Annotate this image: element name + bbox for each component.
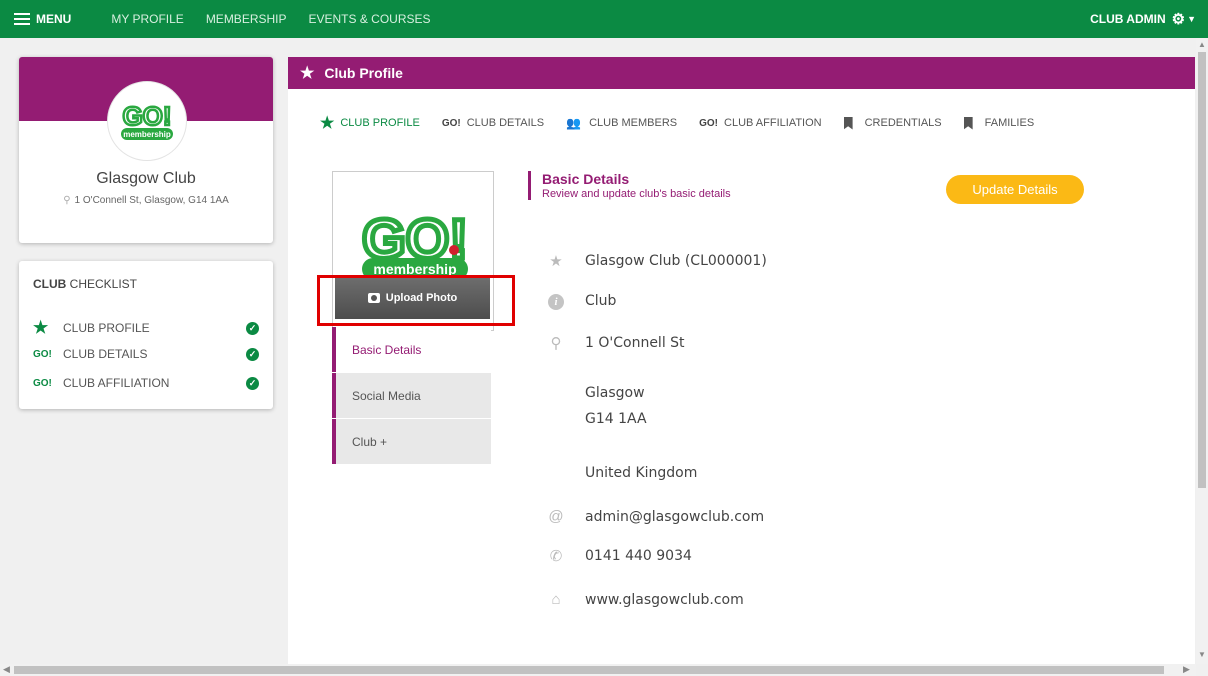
menu-label: MENU <box>36 12 72 26</box>
side-tab-basic-details[interactable]: Basic Details <box>332 327 491 372</box>
tab-credentials[interactable]: CREDENTIALS <box>843 116 942 130</box>
detail-club-type: i Club <box>546 292 616 310</box>
upload-photo-button[interactable]: Upload Photo <box>335 277 490 319</box>
vertical-scroll-thumb[interactable] <box>1198 52 1206 488</box>
location-pin-icon: ⚲ <box>63 195 71 206</box>
tab-club-members[interactable]: 👥 CLUB MEMBERS <box>566 116 677 130</box>
checklist-item-club-profile[interactable]: ★ CLUB PROFILE ✓ <box>33 318 259 338</box>
horizontal-scroll-thumb[interactable] <box>14 666 1164 674</box>
vertical-scrollbar[interactable]: ▲ ▼ <box>1196 38 1208 664</box>
info-icon: i <box>546 292 566 310</box>
go-membership-logo-icon: GO! membership <box>121 100 173 140</box>
nav-link-membership[interactable]: MEMBERSHIP <box>206 12 287 26</box>
club-checklist: CLUB CHECKLIST ★ CLUB PROFILE ✓ GO! CLUB… <box>19 261 273 409</box>
star-icon: ★ <box>320 115 335 132</box>
detail-street: ⚲ 1 O'Connell St <box>546 334 685 352</box>
location-pin-icon: ⚲ <box>550 335 562 352</box>
go-icon: GO! <box>33 377 52 389</box>
club-name: Glasgow Club <box>96 170 196 187</box>
nav-link-events-courses[interactable]: EVENTS & COURSES <box>309 12 431 26</box>
horizontal-scrollbar[interactable]: ◀ ▶ <box>0 664 1196 676</box>
section-subtitle: Review and update club's basic details <box>542 188 731 200</box>
scroll-right-arrow-icon[interactable]: ▶ <box>1183 664 1190 675</box>
tab-club-details[interactable]: GO! CLUB DETAILS <box>442 117 544 129</box>
checklist-item-label: CLUB AFFILIATION <box>63 376 170 390</box>
bookmark-icon <box>843 116 853 130</box>
hamburger-icon <box>14 10 30 28</box>
phone-icon: ✆ <box>549 548 563 565</box>
checklist-item-label: CLUB PROFILE <box>63 321 150 335</box>
tab-club-affiliation[interactable]: GO! CLUB AFFILIATION <box>699 117 821 129</box>
detail-club-name: ★ Glasgow Club (CL000001) <box>546 252 767 270</box>
side-tab-club-plus[interactable]: Club + <box>332 419 491 464</box>
star-icon: ★ <box>300 65 315 82</box>
club-profile-panel: ★ Club Profile ★ CLUB PROFILE GO! CLUB D… <box>288 57 1195 667</box>
caret-down-icon: ▼ <box>1187 14 1196 24</box>
go-icon: GO! <box>699 117 719 129</box>
club-admin-dropdown[interactable]: CLUB ADMIN ⚙ ▼ <box>1090 10 1196 28</box>
star-icon: ★ <box>33 318 49 337</box>
club-address: ⚲ 1 O'Connell St, Glasgow, G14 1AA <box>63 195 229 206</box>
check-circle-icon: ✓ <box>246 321 259 335</box>
detail-city: Glasgow <box>585 385 645 401</box>
detail-website: ⌂ www.glasgowclub.com <box>546 591 743 608</box>
go-icon: GO! <box>33 348 52 360</box>
side-tab-social-media[interactable]: Social Media <box>332 373 491 418</box>
scroll-down-arrow-icon[interactable]: ▼ <box>1198 650 1206 659</box>
checklist-item-label: CLUB DETAILS <box>63 347 148 361</box>
tab-families[interactable]: FAMILIES <box>963 116 1034 130</box>
home-icon: ⌂ <box>551 591 561 608</box>
svg-text:membership: membership <box>373 261 456 277</box>
top-nav-bar: MENU MY PROFILE MEMBERSHIP EVENTS & COUR… <box>0 0 1208 38</box>
nav-link-my-profile[interactable]: MY PROFILE <box>111 12 183 26</box>
check-circle-icon: ✓ <box>246 347 259 361</box>
detail-postcode: G14 1AA <box>585 411 647 427</box>
profile-tabs: ★ CLUB PROFILE GO! CLUB DETAILS 👥 CLUB M… <box>320 113 1056 133</box>
upload-photo-label: Upload Photo <box>385 292 458 304</box>
camera-icon <box>367 293 380 303</box>
menu-button[interactable]: MENU <box>14 10 71 28</box>
tab-club-profile[interactable]: ★ CLUB PROFILE <box>320 113 420 133</box>
panel-title: Club Profile <box>324 65 403 81</box>
svg-text:membership: membership <box>123 130 171 139</box>
club-profile-card: GO! membership Glasgow Club ⚲ 1 O'Connell… <box>19 57 273 243</box>
scroll-up-arrow-icon[interactable]: ▲ <box>1198 40 1206 49</box>
detail-phone: ✆ 0141 440 9034 <box>546 547 692 565</box>
check-circle-icon: ✓ <box>246 376 259 390</box>
members-icon: 👥 <box>566 116 582 130</box>
bookmark-icon <box>963 116 973 130</box>
section-title: Basic Details <box>542 171 630 187</box>
checklist-item-club-affiliation[interactable]: GO! CLUB AFFILIATION ✓ <box>33 376 259 390</box>
update-details-button[interactable]: Update Details <box>946 175 1084 204</box>
club-admin-label: CLUB ADMIN <box>1090 12 1166 26</box>
checklist-title: CLUB CHECKLIST <box>33 277 138 291</box>
scroll-left-arrow-icon[interactable]: ◀ <box>3 664 10 675</box>
svg-text:GO!: GO! <box>122 101 171 131</box>
detail-country: United Kingdom <box>585 465 698 481</box>
at-sign-icon: @ <box>548 508 564 525</box>
club-logo: GO! membership <box>107 81 187 161</box>
gear-icon: ⚙ <box>1171 11 1186 28</box>
go-icon: GO! <box>441 117 461 129</box>
star-icon: ★ <box>549 253 563 270</box>
checklist-item-club-details[interactable]: GO! CLUB DETAILS ✓ <box>33 347 259 361</box>
panel-header: ★ Club Profile <box>288 57 1195 89</box>
detail-email: @ admin@glasgowclub.com <box>546 508 764 525</box>
section-heading: Basic Details Review and update club's b… <box>528 171 731 200</box>
